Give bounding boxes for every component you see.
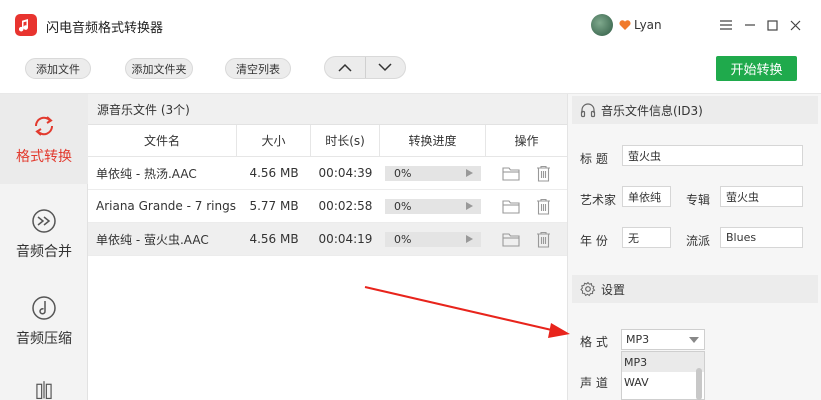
annotation-arrow: [364, 286, 570, 338]
